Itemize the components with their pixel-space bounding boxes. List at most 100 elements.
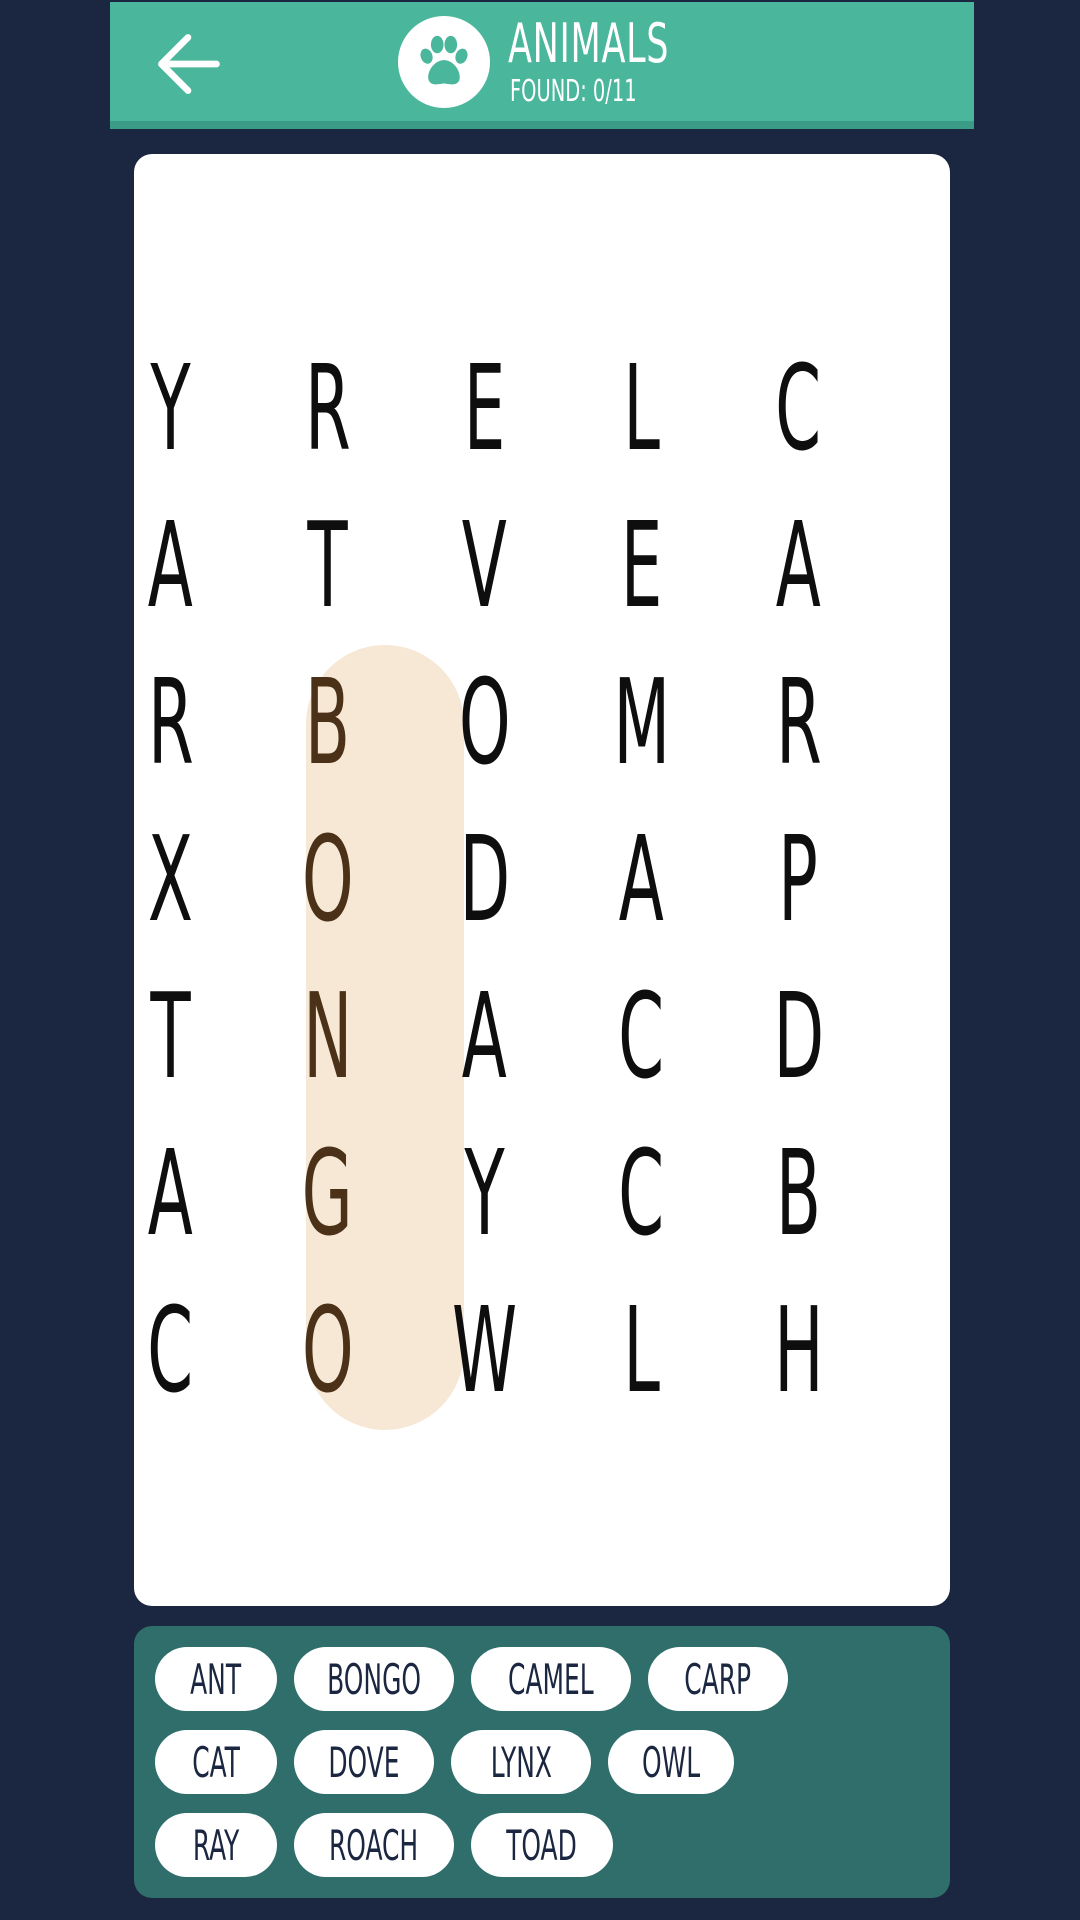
grid-letter: Y <box>464 1123 505 1262</box>
grid-letter: D <box>459 809 510 948</box>
word-label: RAY <box>192 1820 240 1870</box>
grid-cell[interactable]: B <box>249 643 406 800</box>
word-label: ROACH <box>329 1820 419 1870</box>
grid-cell[interactable]: O <box>406 643 563 800</box>
grid-cell[interactable]: C <box>563 957 720 1114</box>
grid-cell[interactable]: R <box>720 643 877 800</box>
grid-cell[interactable]: D <box>406 800 563 957</box>
grid-letter: A <box>147 1123 194 1262</box>
grid-cell[interactable]: A <box>406 957 563 1114</box>
grid-cell[interactable]: N <box>249 957 406 1114</box>
grid-letter: C <box>775 338 822 477</box>
grid-cell[interactable]: T <box>92 957 249 1114</box>
paw-icon <box>420 35 468 85</box>
grid-letter: O <box>458 652 511 791</box>
grid-letter: H <box>773 1280 824 1419</box>
grid-letter: C <box>618 966 665 1105</box>
grid-letter: A <box>147 495 194 634</box>
word-label: CAMEL <box>508 1654 594 1704</box>
header-bar: ANIMALS FOUND: 0/11 <box>110 2 974 129</box>
grid-cell[interactable]: Y <box>92 329 249 486</box>
grid-letter: M <box>613 652 670 791</box>
word-chip: BONGO <box>294 1647 454 1711</box>
word-chip: ROACH <box>294 1813 454 1877</box>
word-label: CAT <box>192 1737 240 1787</box>
word-chip: CAMEL <box>471 1647 631 1711</box>
grid-letter: B <box>304 652 351 791</box>
grid-cell[interactable]: M <box>563 643 720 800</box>
grid-cell[interactable]: R <box>92 643 249 800</box>
grid-letter: E <box>620 495 663 634</box>
grid-cell[interactable]: H <box>720 1271 877 1428</box>
grid-letter: Y <box>150 338 191 477</box>
word-label: DOVE <box>328 1737 400 1787</box>
found-counter: FOUND: 0/11 <box>510 74 637 109</box>
word-label: CARP <box>684 1654 752 1704</box>
word-chip: CARP <box>648 1647 788 1711</box>
grid-cell[interactable]: B <box>720 1114 877 1271</box>
word-chip: OWL <box>608 1730 734 1794</box>
word-label: BONGO <box>327 1654 421 1704</box>
arrow-left-icon <box>158 34 220 94</box>
grid-cell[interactable]: A <box>92 1114 249 1271</box>
grid-cell[interactable]: L <box>563 1271 720 1428</box>
grid-cell[interactable]: L <box>563 329 720 486</box>
grid-letter: O <box>301 809 354 948</box>
grid-letter: R <box>147 652 194 791</box>
puzzle-board: YRELCATVEARBOMRXODAPTNACDAGYCBCOWLH <box>134 154 950 1606</box>
word-list-panel: ANT BONGO CAMEL CARP CAT DOVE LYNX OWL RAY ROACH T… <box>134 1626 950 1898</box>
letter-grid[interactable]: YRELCATVEARBOMRXODAPTNACDAGYCBCOWLH <box>134 154 950 1606</box>
grid-letter: X <box>147 809 194 948</box>
category-title: ANIMALS <box>508 12 670 75</box>
category-badge <box>398 16 490 108</box>
grid-letter: E <box>463 338 506 477</box>
grid-cell[interactable]: T <box>249 486 406 643</box>
grid-letter: A <box>775 495 822 634</box>
grid-cell[interactable]: O <box>249 800 406 957</box>
grid-cell[interactable]: A <box>720 486 877 643</box>
word-chip: TOAD <box>471 1813 613 1877</box>
grid-letter: W <box>451 1280 518 1419</box>
grid-letter: A <box>461 966 508 1105</box>
grid-letter: L <box>623 338 660 477</box>
grid-letter: T <box>150 966 191 1105</box>
grid-cell[interactable]: X <box>92 800 249 957</box>
grid-cell[interactable]: R <box>249 329 406 486</box>
grid-letter: B <box>775 1123 822 1262</box>
grid-cell[interactable]: D <box>720 957 877 1114</box>
grid-letter: R <box>775 652 822 791</box>
grid-cell[interactable]: E <box>563 486 720 643</box>
word-label: OWL <box>641 1737 701 1787</box>
grid-cell[interactable]: W <box>406 1271 563 1428</box>
grid-cell[interactable]: C <box>563 1114 720 1271</box>
grid-letter: O <box>301 1280 354 1419</box>
grid-cell[interactable]: Y <box>406 1114 563 1271</box>
word-label: ANT <box>190 1654 242 1704</box>
grid-letter: R <box>304 338 351 477</box>
word-label: LYNX <box>490 1737 552 1787</box>
grid-cell[interactable]: E <box>406 329 563 486</box>
grid-letter: G <box>301 1123 354 1262</box>
grid-cell[interactable]: C <box>92 1271 249 1428</box>
grid-letter: P <box>778 809 819 948</box>
grid-cell[interactable]: O <box>249 1271 406 1428</box>
word-chip: ANT <box>155 1647 277 1711</box>
grid-cell[interactable]: G <box>249 1114 406 1271</box>
grid-letter: T <box>307 495 348 634</box>
grid-cell[interactable]: A <box>92 486 249 643</box>
grid-letter: N <box>302 966 353 1105</box>
grid-letter: A <box>618 809 665 948</box>
grid-cell[interactable]: C <box>720 329 877 486</box>
grid-cell[interactable]: A <box>563 800 720 957</box>
grid-letter: L <box>623 1280 660 1419</box>
grid-letter: C <box>618 1123 665 1262</box>
back-button[interactable] <box>146 22 230 106</box>
grid-cell[interactable]: V <box>406 486 563 643</box>
word-label: TOAD <box>506 1820 578 1870</box>
grid-cell[interactable]: P <box>720 800 877 957</box>
grid-letter: C <box>147 1280 194 1419</box>
word-chip: LYNX <box>451 1730 591 1794</box>
grid-letter: V <box>461 495 508 634</box>
grid-letter: D <box>773 966 824 1105</box>
word-chip: DOVE <box>294 1730 434 1794</box>
